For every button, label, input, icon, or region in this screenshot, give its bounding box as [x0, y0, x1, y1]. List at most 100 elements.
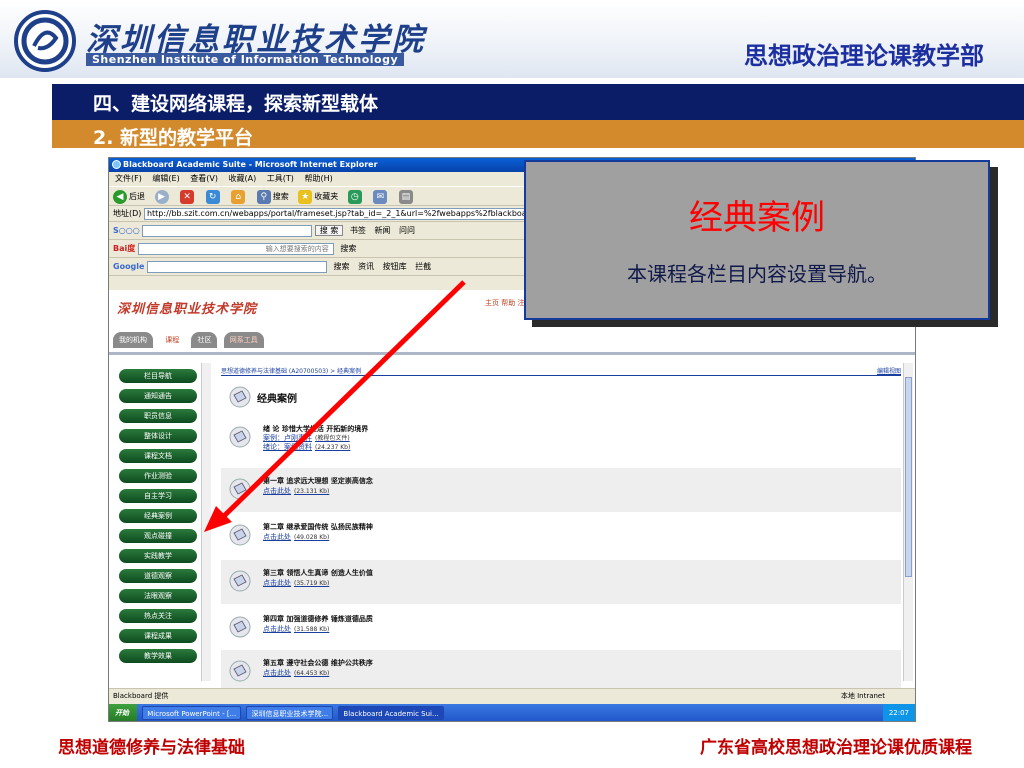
- item-link[interactable]: 点击此处 (31.588 Kb): [263, 624, 329, 634]
- refresh-icon: ↻: [205, 189, 220, 204]
- item-link[interactable]: 点击此处 (64.453 Kb): [263, 668, 329, 678]
- scrollbar-thumb[interactable]: [905, 377, 912, 577]
- history-button[interactable]: ◷: [347, 187, 364, 207]
- forward-button[interactable]: ▶: [154, 187, 171, 207]
- nav-item-effects[interactable]: 教学效果: [119, 649, 197, 663]
- google-news-button[interactable]: 资讯: [358, 262, 374, 271]
- blackboard-logo: 深圳信息职业技术学院: [117, 302, 258, 317]
- taskbar-item-blackboard[interactable]: Blackboard Academic Sui...: [338, 706, 444, 720]
- footer-program-name: 广东省高校思想政治理论课优质课程: [700, 738, 972, 758]
- edit-view-link[interactable]: 编辑视图: [877, 366, 901, 375]
- tab-my-institution[interactable]: 我的机构: [113, 332, 153, 348]
- star-icon: ★: [298, 189, 313, 204]
- security-zone: 本地 Intranet: [840, 692, 885, 700]
- stop-button[interactable]: ✕: [180, 187, 196, 207]
- taskbar: 开始 Microsoft PowerPoint - [... 深圳信息职业技术学…: [109, 704, 915, 721]
- nav-item-viewpoints[interactable]: 观点碰撞: [119, 529, 197, 543]
- mail-button[interactable]: ✉: [373, 187, 389, 207]
- search-button[interactable]: ⚲ 搜索: [256, 187, 289, 207]
- course-nav-panel: 栏目导航 通知通告 职员信息 整体设计 课程文档 作业测验 自主学习 经典案例 …: [109, 363, 211, 681]
- item-document-icon: [229, 616, 251, 638]
- sogou-news[interactable]: 新闻: [374, 226, 390, 235]
- list-item: 第四章 加强道德修养 锤炼道德品质 点击此处 (31.588 Kb): [221, 606, 901, 650]
- item-link[interactable]: 点击此处 (35.719 Kb): [263, 578, 329, 588]
- baidu-logo: Bai度: [113, 244, 136, 253]
- nav-item-practice[interactable]: 实践教学: [119, 549, 197, 563]
- nav-item-column-nav[interactable]: 栏目导航: [119, 369, 197, 383]
- item-document-icon: [229, 524, 251, 546]
- nav-item-notices[interactable]: 通知通告: [119, 389, 197, 403]
- nav-item-design[interactable]: 整体设计: [119, 429, 197, 443]
- back-button[interactable]: ◀ 后退: [113, 187, 145, 207]
- back-arrow-icon: ◀: [113, 189, 127, 204]
- item-title: 第三章 领悟人生真谛 创造人生价值: [263, 569, 373, 577]
- nav-item-morality[interactable]: 道德观察: [119, 569, 197, 583]
- taskbar-item-school-site[interactable]: 深圳信息职业技术学院...: [246, 706, 334, 720]
- nav-item-staff[interactable]: 职员信息: [119, 409, 197, 423]
- nav-item-law[interactable]: 法眼观察: [119, 589, 197, 603]
- menu-edit[interactable]: 编辑(E): [152, 174, 179, 183]
- item-document-icon: [229, 426, 251, 448]
- mail-icon: ✉: [373, 189, 388, 204]
- tab-courses[interactable]: 课程: [159, 332, 186, 348]
- taskbar-item-powerpoint[interactable]: Microsoft PowerPoint - [...: [142, 706, 242, 720]
- baidu-search-input[interactable]: 输入想要搜索的内容: [137, 242, 334, 255]
- school-logo-icon: [14, 10, 76, 72]
- item-link[interactable]: 点击此处 (23.131 Kb): [263, 486, 329, 496]
- page-heading: 经典案例: [257, 394, 297, 405]
- nav-item-hot-topics[interactable]: 热点关注: [119, 609, 197, 623]
- list-item: 第二章 继承爱国传统 弘扬民族精神 点击此处 (49.028 Kb): [221, 514, 901, 558]
- forward-arrow-icon: ▶: [154, 189, 169, 204]
- google-search-input[interactable]: [147, 260, 327, 273]
- callout-box: 经典案例 本课程各栏目内容设置导航。: [524, 160, 990, 320]
- sogou-search-button[interactable]: 搜 索: [314, 225, 344, 236]
- item-title: 第二章 继承爱国传统 弘扬民族精神: [263, 523, 373, 531]
- google-buttons-button[interactable]: 按钮库: [383, 262, 407, 271]
- print-icon: ▤: [398, 189, 413, 204]
- item-document-icon: [229, 660, 251, 682]
- menu-tools[interactable]: 工具(T): [267, 174, 294, 183]
- taskbar-clock: 22:07: [882, 704, 915, 721]
- google-logo: Google: [113, 262, 145, 271]
- content-scrollbar[interactable]: [903, 363, 913, 681]
- tab-community[interactable]: 社区: [191, 332, 218, 348]
- breadcrumb[interactable]: 思想道德修养与法律基础 (A20700503) > 经典案例: [221, 366, 361, 375]
- favorites-button[interactable]: ★ 收藏夹: [298, 187, 338, 207]
- print-button[interactable]: ▤: [398, 187, 415, 207]
- item-link[interactable]: 绪论：案例资料 (24.237 Kb): [263, 442, 350, 452]
- menu-view[interactable]: 查看(V): [190, 174, 218, 183]
- nav-scrollbar[interactable]: [201, 363, 211, 681]
- menu-file[interactable]: 文件(F): [115, 174, 142, 183]
- google-search-button[interactable]: 搜索: [334, 262, 350, 271]
- stop-icon: ✕: [180, 189, 195, 204]
- sogou-search-input[interactable]: [142, 224, 313, 237]
- home-button[interactable]: ⌂: [231, 187, 247, 207]
- sogou-ask[interactable]: 问问: [399, 226, 415, 235]
- tab-tools[interactable]: 网系工具: [223, 332, 264, 348]
- start-button[interactable]: 开始: [109, 704, 137, 721]
- content-rule: [221, 375, 901, 376]
- item-title: 第四章 加强道德修养 锤炼道德品质: [263, 615, 373, 623]
- slide-header: 深圳信息职业技术学院 Shenzhen Institute of Informa…: [0, 0, 1024, 78]
- sogou-bookmarks[interactable]: 书签: [350, 226, 366, 235]
- history-icon: ◷: [347, 189, 362, 204]
- home-icon: ⌂: [231, 189, 246, 204]
- item-link[interactable]: 点击此处 (49.028 Kb): [263, 532, 329, 542]
- nav-item-self-study[interactable]: 自主学习: [119, 489, 197, 503]
- section-title: 四、建设网络课程，探索新型载体: [93, 93, 379, 115]
- blackboard-tabs: 我的机构 课程 社区 网系工具: [113, 332, 268, 350]
- google-popup-blocker[interactable]: 拦截: [415, 262, 431, 271]
- address-input[interactable]: http://bb.szit.com.cn/webapps/portal/fra…: [143, 207, 539, 220]
- baidu-search-button[interactable]: 搜索: [340, 244, 356, 253]
- department-name: 思想政治理论课教学部: [744, 42, 984, 70]
- refresh-button[interactable]: ↻: [205, 187, 222, 207]
- nav-item-documents[interactable]: 课程文档: [119, 449, 197, 463]
- ie-icon: [112, 160, 121, 169]
- nav-item-cases[interactable]: 经典案例: [119, 509, 197, 523]
- menu-help[interactable]: 帮助(H): [304, 174, 332, 183]
- menu-favorites[interactable]: 收藏(A): [229, 174, 257, 183]
- nav-item-assignments[interactable]: 作业测验: [119, 469, 197, 483]
- nav-item-results[interactable]: 课程成果: [119, 629, 197, 643]
- blackboard-divider: [109, 352, 915, 355]
- sogou-logo: S○○○: [113, 226, 140, 235]
